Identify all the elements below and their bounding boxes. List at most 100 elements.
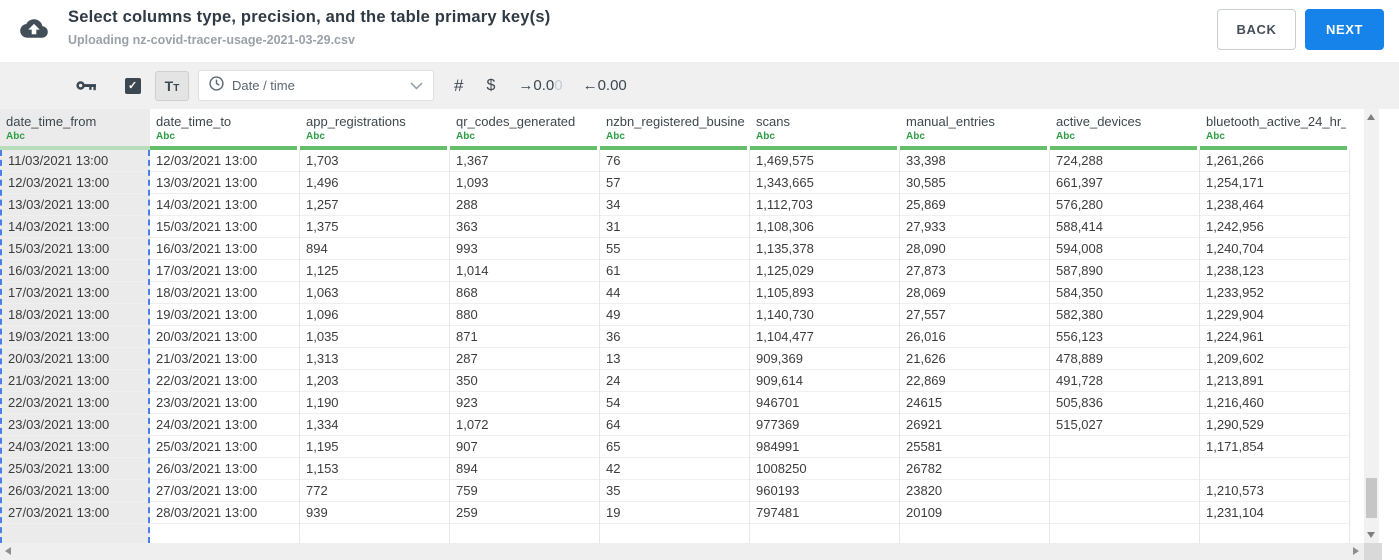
table-cell[interactable]: 772 (300, 480, 449, 502)
table-cell[interactable]: 12/03/2021 13:00 (2, 172, 148, 194)
table-cell[interactable]: 880 (450, 304, 599, 326)
column-header[interactable]: qr_codes_generated Abc (450, 109, 600, 146)
table-cell[interactable]: 27/03/2021 13:00 (150, 480, 299, 502)
scroll-down-icon[interactable] (1367, 532, 1375, 538)
table-cell[interactable]: 946701 (750, 392, 899, 414)
table-column-scans[interactable]: scans Abc 1,469,575 1,343,665 1,112,703 1,108… (750, 109, 900, 543)
table-cell[interactable] (1050, 436, 1199, 458)
table-cell[interactable]: 42 (600, 458, 749, 480)
table-column-app_registrations[interactable]: app_registrations Abc 1,703 1,496 1,257 1,375… (300, 109, 450, 543)
column-header[interactable]: date_time_from Abc (0, 109, 150, 146)
table-cell[interactable]: 287 (450, 348, 599, 370)
table-cell[interactable]: 1,224,961 (1200, 326, 1349, 348)
table-cell[interactable] (1050, 502, 1199, 524)
column-header[interactable]: manual_entries Abc (900, 109, 1050, 146)
table-cell[interactable]: 28,090 (900, 238, 1049, 260)
table-cell[interactable]: 1,014 (450, 260, 599, 282)
table-cell[interactable]: 23/03/2021 13:00 (2, 414, 148, 436)
table-cell[interactable]: 36 (600, 326, 749, 348)
column-header[interactable]: scans Abc (750, 109, 900, 146)
table-cell[interactable]: 907 (450, 436, 599, 458)
table-cell[interactable]: 13/03/2021 13:00 (150, 172, 299, 194)
table-cell[interactable]: 22,869 (900, 370, 1049, 392)
table-cell[interactable]: 1,257 (300, 194, 449, 216)
table-cell[interactable]: 20109 (900, 502, 1049, 524)
table-cell[interactable]: 15/03/2021 13:00 (150, 216, 299, 238)
table-cell[interactable]: 1,125 (300, 260, 449, 282)
table-cell[interactable]: 23/03/2021 13:00 (150, 392, 299, 414)
text-type-button[interactable]: Tt (155, 70, 189, 101)
table-cell[interactable]: 1,140,730 (750, 304, 899, 326)
table-cell[interactable]: 1,231,104 (1200, 502, 1349, 524)
table-cell[interactable]: 259 (450, 502, 599, 524)
table-cell[interactable]: 894 (450, 458, 599, 480)
number-type-button[interactable]: # (454, 76, 463, 96)
table-cell[interactable]: 1,105,893 (750, 282, 899, 304)
table-cell[interactable]: 993 (450, 238, 599, 260)
table-cell[interactable]: 584,350 (1050, 282, 1199, 304)
table-cell[interactable]: 1,375 (300, 216, 449, 238)
decrease-decimal-button[interactable]: ←0.00 (583, 77, 627, 94)
table-column-bluetooth_active_24_hr_[interactable]: bluetooth_active_24_hr_ Abc 1,261,266 1,254… (1200, 109, 1350, 543)
table-cell[interactable]: 33,398 (900, 150, 1049, 172)
table-cell[interactable]: 24 (600, 370, 749, 392)
table-cell[interactable]: 1,072 (450, 414, 599, 436)
table-cell[interactable]: 1,153 (300, 458, 449, 480)
table-cell[interactable]: 1,209,602 (1200, 348, 1349, 370)
table-cell[interactable]: 1,035 (300, 326, 449, 348)
next-button[interactable]: NEXT (1305, 9, 1384, 50)
back-button[interactable]: BACK (1217, 9, 1296, 50)
table-cell[interactable]: 1,190 (300, 392, 449, 414)
table-cell[interactable] (1050, 458, 1199, 480)
scroll-right-icon[interactable] (1353, 547, 1359, 555)
table-column-manual_entries[interactable]: manual_entries Abc 33,398 30,585 25,869 27,93… (900, 109, 1050, 543)
table-cell[interactable]: 909,614 (750, 370, 899, 392)
table-cell[interactable]: 31 (600, 216, 749, 238)
scroll-left-icon[interactable] (5, 547, 11, 555)
table-cell[interactable]: 505,836 (1050, 392, 1199, 414)
table-cell[interactable]: 65 (600, 436, 749, 458)
table-cell[interactable]: 23820 (900, 480, 1049, 502)
table-cell[interactable]: 14/03/2021 13:00 (2, 216, 148, 238)
table-cell[interactable]: 1,313 (300, 348, 449, 370)
table-cell[interactable]: 759 (450, 480, 599, 502)
table-cell[interactable]: 1008250 (750, 458, 899, 480)
scroll-up-icon[interactable] (1367, 114, 1375, 120)
table-cell[interactable]: 28,069 (900, 282, 1049, 304)
table-cell[interactable]: 61 (600, 260, 749, 282)
table-cell[interactable]: 20/03/2021 13:00 (150, 326, 299, 348)
table-cell[interactable]: 17/03/2021 13:00 (150, 260, 299, 282)
table-cell[interactable]: 556,123 (1050, 326, 1199, 348)
table-cell[interactable]: 1,216,460 (1200, 392, 1349, 414)
table-cell[interactable]: 1,112,703 (750, 194, 899, 216)
table-cell[interactable]: 515,027 (1050, 414, 1199, 436)
table-cell[interactable]: 21/03/2021 13:00 (2, 370, 148, 392)
table-cell[interactable]: 724,288 (1050, 150, 1199, 172)
table-cell[interactable]: 1,334 (300, 414, 449, 436)
table-cell[interactable]: 15/03/2021 13:00 (2, 238, 148, 260)
table-cell[interactable]: 13/03/2021 13:00 (2, 194, 148, 216)
table-cell[interactable]: 1,093 (450, 172, 599, 194)
table-column-nzbn_registered_busine[interactable]: nzbn_registered_busine Abc 76 57 34 31 55 61 44 4… (600, 109, 750, 543)
column-header[interactable]: bluetooth_active_24_hr_ Abc (1200, 109, 1350, 146)
table-cell[interactable]: 25581 (900, 436, 1049, 458)
table-cell[interactable]: 25,869 (900, 194, 1049, 216)
table-cell[interactable]: 27,557 (900, 304, 1049, 326)
table-cell[interactable]: 64 (600, 414, 749, 436)
column-include-checkbox[interactable] (125, 77, 141, 94)
table-cell[interactable]: 27,933 (900, 216, 1049, 238)
table-cell[interactable]: 54 (600, 392, 749, 414)
table-cell[interactable]: 26782 (900, 458, 1049, 480)
column-header[interactable]: app_registrations Abc (300, 109, 450, 146)
table-cell[interactable]: 588,414 (1050, 216, 1199, 238)
table-cell[interactable]: 871 (450, 326, 599, 348)
table-cell[interactable]: 1,125,029 (750, 260, 899, 282)
table-cell[interactable]: 1,242,956 (1200, 216, 1349, 238)
table-cell[interactable]: 868 (450, 282, 599, 304)
table-cell[interactable]: 55 (600, 238, 749, 260)
table-cell[interactable]: 21/03/2021 13:00 (150, 348, 299, 370)
table-cell[interactable]: 576,280 (1050, 194, 1199, 216)
table-cell[interactable]: 24615 (900, 392, 1049, 414)
table-cell[interactable]: 16/03/2021 13:00 (150, 238, 299, 260)
table-cell[interactable]: 894 (300, 238, 449, 260)
